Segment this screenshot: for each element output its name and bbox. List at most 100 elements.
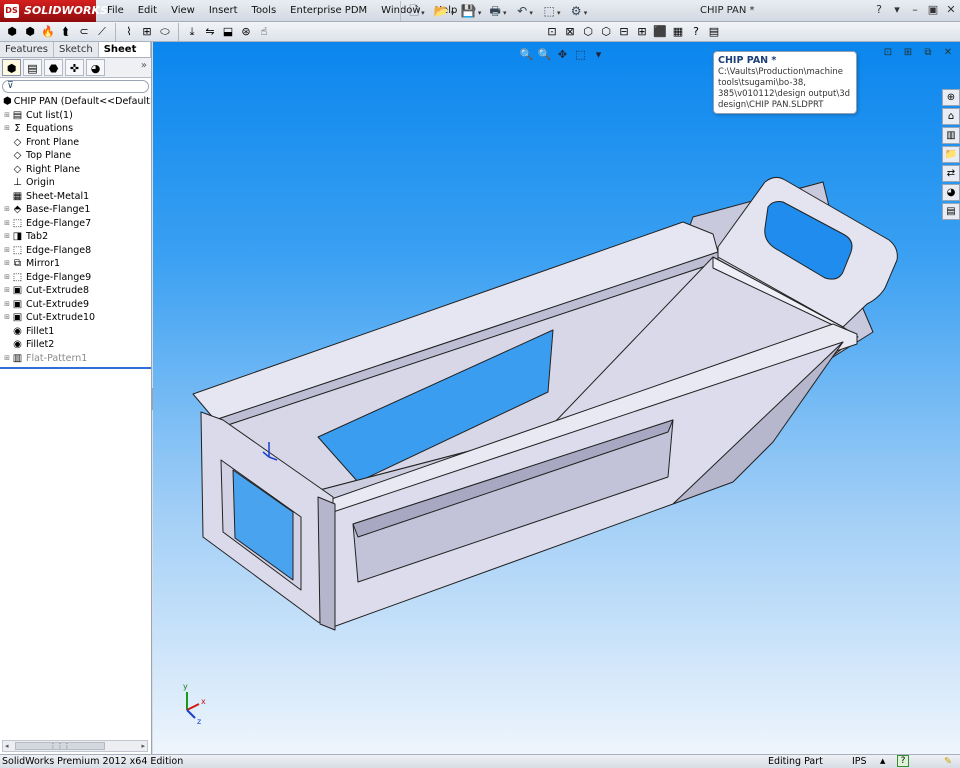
sheet-metal-tool-icon[interactable]: ⊛ [238,23,254,41]
expand-toggle-icon[interactable]: ⊞ [3,257,11,271]
expand-toggle-icon[interactable]: ⊞ [3,284,11,298]
appearances-icon[interactable]: ◕ [942,184,960,201]
tree-item[interactable]: ⊞ ⬚ Edge-Flange7 [0,217,151,231]
minimize-icon[interactable]: – [908,1,922,19]
more-tabs-icon[interactable]: » [141,60,147,71]
zoom-to-fit-icon[interactable]: 🔍 [519,47,534,62]
pdm-tool-icon[interactable]: ⬛ [652,23,668,41]
graphics-area[interactable]: y x z 🔍 🔍 ✥ ⬚ ▾ ⊡ ⊞ ⧉ ✕ ⊕ ⌂ ▥ 📁 ⇄ ◕ ▤ CHIP PAN * C:\V… [153,42,960,754]
tab-sheet-metal[interactable]: Sheet Metal [98,42,151,70]
expand-toggle-icon[interactable]: ⊞ [3,298,11,312]
sheet-metal-tool-icon[interactable]: ⊂ [76,23,92,41]
dimxpert-manager-tab-icon[interactable]: ✜ [65,59,84,76]
sheet-metal-tool-icon[interactable]: ⮬ [58,23,74,41]
quick-tips-icon[interactable]: ? [897,755,909,767]
chevron-down-icon[interactable]: ▾ [476,9,482,17]
viewport-icon[interactable]: ⊡ [882,47,894,59]
tree-item[interactable]: ⊞ ◨ Tab2 [0,230,151,244]
sheet-metal-tool-icon[interactable]: ⬓ [220,23,236,41]
expand-toggle-icon[interactable]: ⊞ [3,109,11,123]
property-manager-tab-icon[interactable]: ▤ [23,59,42,76]
design-library-icon[interactable]: ⌂ [942,108,960,125]
chevron-down-icon[interactable]: ▾ [501,9,507,17]
sheet-metal-tool-icon[interactable]: ⬢ [4,23,20,41]
tree-item[interactable]: ⊥ Origin [0,176,151,190]
zoom-area-icon[interactable]: 🔍 [537,47,552,62]
chevron-down-icon[interactable]: ▾ [582,9,588,17]
chevron-down-icon[interactable]: ▾ [527,9,533,17]
horizontal-scrollbar[interactable]: ◂ ⋮⋮⋮ ▸ [2,740,148,752]
chevron-down-icon[interactable]: ▾ [449,9,455,17]
pdm-tool-icon[interactable]: ⊞ [634,23,650,41]
tree-item[interactable]: ⊞ ▤ Cut list(1) [0,109,151,123]
rebuild-pencil-icon[interactable]: ✎ [944,755,952,768]
menu-insert[interactable]: Insert [202,0,245,22]
help-menu-icon[interactable]: ▾ [890,1,904,19]
tree-item[interactable]: ◇ Top Plane [0,149,151,163]
custom-properties-icon[interactable]: ▤ [942,203,960,220]
menu-enterprise-pdm[interactable]: Enterprise PDM [283,0,374,22]
expand-toggle-icon[interactable]: ⊞ [3,203,11,217]
sheet-metal-tool-icon[interactable]: ⟋ [94,23,110,41]
sheet-metal-tool-icon[interactable]: ☝ [256,23,272,41]
tree-item[interactable]: ⊞ ▥ Flat-Pattern1 [0,352,151,366]
expand-toggle-icon[interactable]: ⊞ [3,217,11,231]
expand-toggle-icon[interactable]: ⊞ [3,244,11,258]
pdm-tool-icon[interactable]: ⬡ [598,23,614,41]
tree-item[interactable]: ⊞ ⧉ Mirror1 [0,257,151,271]
menu-edit[interactable]: Edit [131,0,164,22]
sheet-metal-tool-icon[interactable]: ⊞ [139,23,155,41]
tree-item[interactable]: ◉ Fillet1 [0,325,151,339]
restore-icon[interactable]: ▣ [926,1,940,19]
help-icon[interactable]: ? [872,1,886,19]
pdm-tool-icon[interactable]: ⊟ [616,23,632,41]
tree-item[interactable]: ⬢CHIP PAN (Default<<Default>_D [0,95,151,109]
sheet-metal-tool-icon[interactable]: ⇋ [202,23,218,41]
sheet-metal-tool-icon[interactable]: ⬢ [22,23,38,41]
view-palette-icon[interactable]: ⇄ [942,165,960,182]
tree-item[interactable]: ▦ Sheet-Metal1 [0,190,151,204]
open-document-icon[interactable]: 📂 ▾ [432,1,456,21]
restore-view-icon[interactable]: ⧉ [922,47,934,59]
print-icon[interactable]: 🖶 ▾ [486,1,510,21]
tree-item[interactable]: ⊞ ⬚ Edge-Flange8 [0,244,151,258]
close-view-icon[interactable]: ✕ [942,47,954,59]
menu-tools[interactable]: Tools [245,0,284,22]
folder-icon[interactable]: 📁 [942,146,960,163]
tree-item[interactable]: ◇ Front Plane [0,136,151,150]
tree-item[interactable]: ⊞ ⬚ Edge-Flange9 [0,271,151,285]
display-manager-tab-icon[interactable]: ◕ [86,59,105,76]
chevron-down-icon[interactable]: ▾ [591,47,606,62]
file-explorer-icon[interactable]: ▥ [942,127,960,144]
tree-item[interactable]: ◉ Fillet2 [0,338,151,352]
units-menu-icon[interactable]: ▲ [880,755,885,768]
expand-toggle-icon[interactable]: ⊞ [3,271,11,285]
previous-view-icon[interactable]: ✥ [555,47,570,62]
scroll-right-icon[interactable]: ▸ [141,741,145,751]
pdm-tool-icon[interactable]: ⊡ [544,23,560,41]
solidworks-resources-icon[interactable]: ⊕ [942,89,960,106]
solidworks-logo[interactable]: DS SOLIDWORKS [0,0,108,22]
chevron-down-icon[interactable]: ▾ [555,9,561,17]
pdm-tool-icon[interactable]: ▤ [706,23,722,41]
expand-toggle-icon[interactable]: ⊞ [3,230,11,244]
tree-item[interactable]: ⊞ ▣ Cut-Extrude10 [0,311,151,325]
view-orientation-icon[interactable]: ⬚ [573,47,588,62]
save-icon[interactable]: 💾 ▾ [459,1,483,21]
tab-sketch[interactable]: Sketch [54,42,99,57]
tree-item[interactable]: ⊞ ▣ Cut-Extrude9 [0,298,151,312]
menu-view[interactable]: View [164,0,202,22]
scroll-left-icon[interactable]: ◂ [5,741,9,751]
new-document-icon[interactable]: 🗋 ▾ [405,1,429,21]
tree-filter-input[interactable]: ⊽ [2,80,149,93]
chip-pan-model[interactable]: y x z [153,42,960,754]
tab-features[interactable]: Features [0,42,54,57]
tree-item[interactable]: ⊞ ▣ Cut-Extrude8 [0,284,151,298]
split-view-icon[interactable]: ⊞ [902,47,914,59]
tree-item[interactable]: ⊞ Σ Equations [0,122,151,136]
sheet-metal-tool-icon[interactable]: ⌇ [121,23,137,41]
pdm-tool-icon[interactable]: ? [688,23,704,41]
chevron-down-icon[interactable]: ▾ [419,9,425,17]
expand-toggle-icon[interactable]: ⊞ [3,122,11,136]
tree-item[interactable]: ⊞ ⬘ Base-Flange1 [0,203,151,217]
